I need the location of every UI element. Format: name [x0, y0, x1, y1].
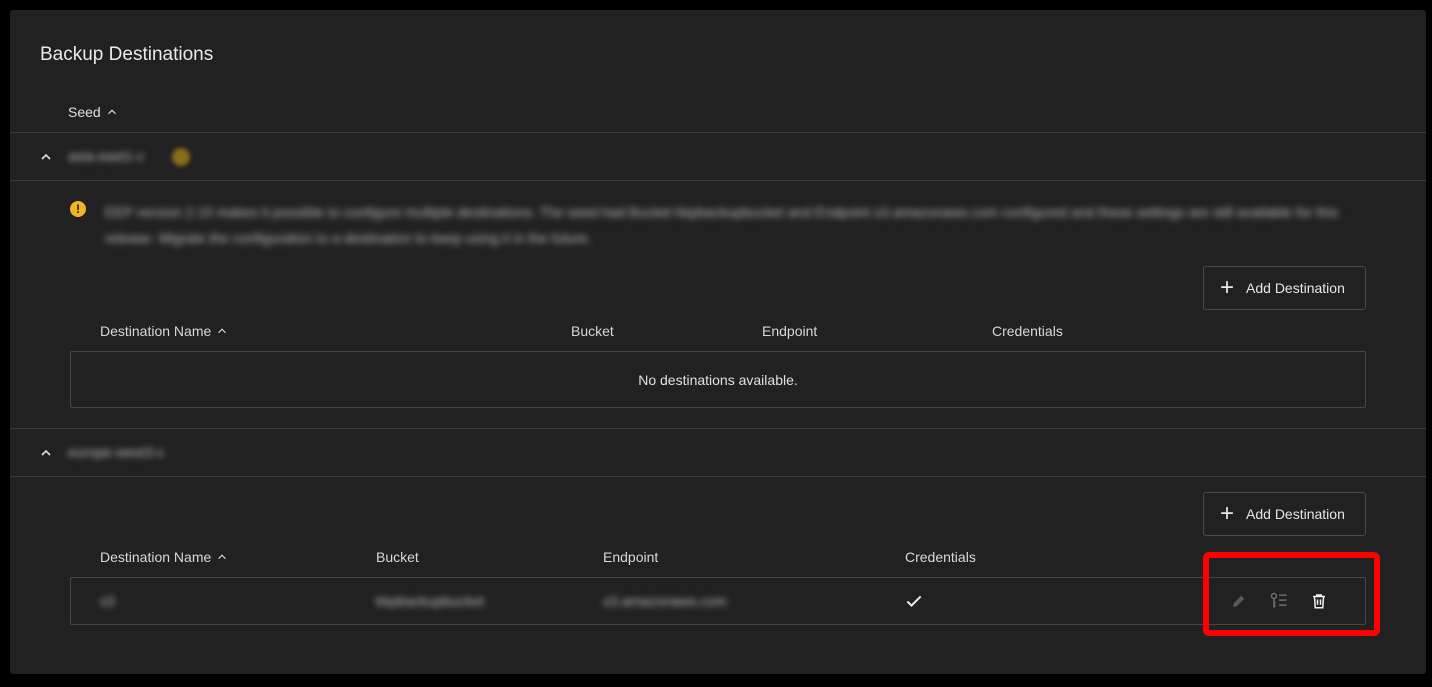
- bucket-column-header: Bucket: [376, 549, 419, 565]
- highlight-box: [1203, 552, 1380, 636]
- destination-name-label: Destination Name: [100, 549, 212, 565]
- add-destination-button[interactable]: + Add Destination: [1203, 492, 1366, 536]
- add-destination-button[interactable]: + Add Destination: [1203, 266, 1366, 310]
- plus-icon: +: [1220, 500, 1235, 527]
- warning-icon: !: [70, 201, 86, 217]
- destination-name-label: Destination Name: [100, 323, 212, 339]
- expand-collapse-seed-2-button[interactable]: [38, 445, 54, 466]
- check-icon: [906, 595, 922, 607]
- empty-state-text: No destinations available.: [638, 371, 798, 388]
- destination-name-cell: s3: [100, 593, 115, 609]
- sort-ascending-icon: [218, 554, 227, 560]
- add-destination-label: Add Destination: [1246, 506, 1345, 522]
- divider: [10, 476, 1426, 477]
- add-destination-label: Add Destination: [1246, 280, 1345, 296]
- endpoint-column-header: Endpoint: [762, 323, 818, 339]
- seed-name-1: asia-east1-c: [68, 148, 145, 164]
- chevron-up-icon: [41, 449, 51, 456]
- divider: [10, 180, 1426, 181]
- table-row: s3 kkpbackupbucket s3.amazonaws.com: [70, 577, 1366, 625]
- destination-name-column-header[interactable]: Destination Name: [100, 549, 229, 565]
- seed-name-2: europe-west3-c: [68, 444, 165, 460]
- bucket-cell: kkpbackupbucket: [376, 593, 485, 609]
- backup-destinations-panel: Backup Destinations Seed asia-east1-c ! …: [10, 10, 1426, 674]
- divider: [10, 132, 1426, 133]
- bucket-column-header: Bucket: [571, 323, 614, 339]
- seed-column-label: Seed: [68, 104, 101, 120]
- endpoint-column-header: Endpoint: [603, 549, 659, 565]
- plus-icon: +: [1220, 274, 1235, 301]
- endpoint-cell: s3.amazonaws.com: [603, 593, 727, 609]
- divider: [10, 428, 1426, 429]
- expand-collapse-seed-1-button[interactable]: [38, 149, 54, 170]
- page-title: Backup Destinations: [40, 44, 214, 65]
- credentials-column-header: Credentials: [992, 323, 1063, 339]
- seed-status-icon: [172, 148, 190, 166]
- migration-warning-text: EEP version 2.15 makes it possible to co…: [105, 204, 1338, 246]
- sort-ascending-icon: [218, 328, 227, 334]
- sort-ascending-icon: [107, 109, 116, 115]
- seed-column-header[interactable]: Seed: [68, 104, 119, 120]
- credentials-column-header: Credentials: [905, 549, 976, 565]
- chevron-up-icon: [41, 153, 51, 160]
- destinations-table-empty: No destinations available.: [70, 351, 1366, 408]
- destination-name-column-header[interactable]: Destination Name: [100, 323, 229, 339]
